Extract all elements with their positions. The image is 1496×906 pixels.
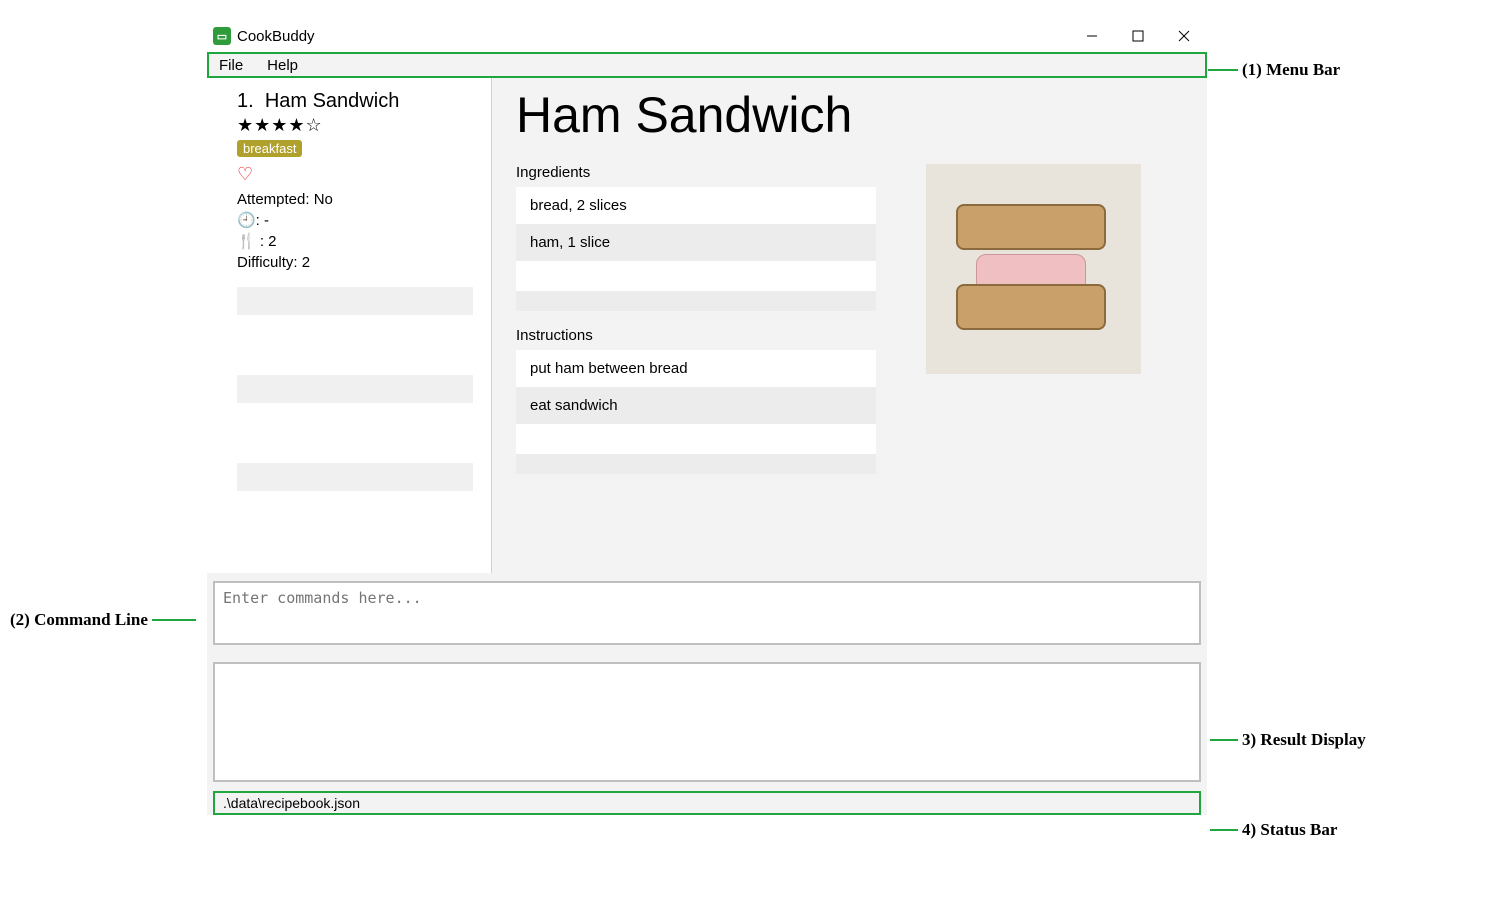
lower-panel: .\data\recipebook.json [207,573,1207,815]
minimize-icon [1086,30,1098,42]
close-button[interactable] [1161,20,1207,52]
ingredients-label: Ingredients [516,164,876,181]
list-item [237,287,473,315]
ingredient-item [516,261,876,291]
instruction-item [516,454,876,474]
ingredient-item: ham, 1 slice [516,224,876,261]
recipe-detail-panel: Ham Sandwich Ingredients bread, 2 slices… [492,78,1207,573]
menu-help[interactable]: Help [267,57,298,74]
annotation-command-line: (2) Command Line [10,610,196,630]
menu-bar: File Help [207,52,1207,78]
category-tag: breakfast [237,140,302,157]
instruction-item: put ham between bread [516,350,876,387]
servings-row: 🍴 : 2 [237,231,473,252]
close-icon [1178,30,1190,42]
main-content: 1. Ham Sandwich ★★★★☆ breakfast ♡ Attemp… [207,78,1207,573]
list-item [237,375,473,403]
recipe-list-panel: 1. Ham Sandwich ★★★★☆ breakfast ♡ Attemp… [207,78,492,573]
ingredient-item [516,291,876,311]
recipe-index: 1. [237,90,254,112]
attempted-row: Attempted: No [237,189,473,210]
window-title: CookBuddy [237,28,315,45]
status-text: .\data\recipebook.json [223,795,360,811]
recipe-name: Ham Sandwich [265,90,400,112]
recipe-item-title: 1. Ham Sandwich [237,90,473,113]
minimize-button[interactable] [1069,20,1115,52]
annotation-label: (2) Command Line [10,610,148,630]
empty-list-area [237,287,473,501]
annotation-label: 3) Result Display [1242,730,1366,750]
maximize-button[interactable] [1115,20,1161,52]
menu-file[interactable]: File [219,57,243,74]
result-display[interactable] [213,662,1201,782]
annotation-status-bar: 4) Status Bar [1210,820,1337,840]
recipe-image [926,164,1141,374]
list-item [237,463,473,491]
instruction-item: eat sandwich [516,387,876,424]
instructions-list: put ham between bread eat sandwich [516,350,876,474]
favorite-heart-icon[interactable]: ♡ [237,164,473,185]
annotation-result-display: 3) Result Display [1210,730,1366,750]
window-controls [1069,20,1207,52]
instruction-item [516,424,876,454]
app-logo-icon: ▭ [213,27,231,45]
titlebar: ▭ CookBuddy [207,20,1207,52]
ingredients-list: bread, 2 slices ham, 1 slice [516,187,876,311]
command-input[interactable] [213,581,1201,645]
time-row: 🕘: - [237,210,473,231]
maximize-icon [1132,30,1144,42]
ingredient-item: bread, 2 slices [516,187,876,224]
rating-stars: ★★★★☆ [237,115,473,136]
recipe-meta: Attempted: No 🕘: - 🍴 : 2 Difficulty: 2 [237,189,473,273]
annotation-menu-bar: (1) Menu Bar [1208,60,1340,80]
instructions-label: Instructions [516,327,876,344]
annotation-label: (1) Menu Bar [1242,60,1340,80]
difficulty-row: Difficulty: 2 [237,252,473,273]
status-bar: .\data\recipebook.json [213,791,1201,815]
annotation-label: 4) Status Bar [1242,820,1337,840]
detail-title: Ham Sandwich [516,86,1183,144]
app-window: ▭ CookBuddy File Help 1. Ham Sandwich [207,20,1207,815]
recipe-list-item[interactable]: 1. Ham Sandwich ★★★★☆ breakfast ♡ Attemp… [237,90,473,273]
